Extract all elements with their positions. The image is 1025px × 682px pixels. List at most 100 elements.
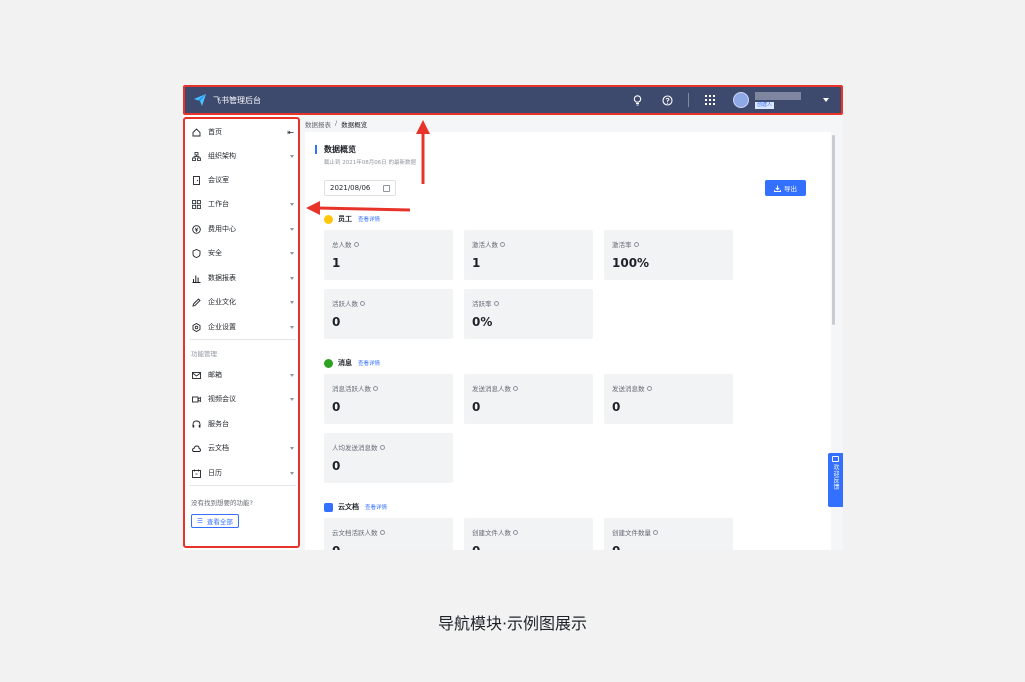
- help-icon[interactable]: [513, 529, 518, 535]
- calendar-icon: [191, 468, 201, 478]
- chevron-down-icon: [290, 227, 294, 231]
- mail-icon: [191, 370, 201, 380]
- sidebar-item-workplace[interactable]: 工作台: [191, 196, 294, 212]
- title-accent-bar: [315, 145, 317, 154]
- stat-card: 创建文件人数 0: [464, 518, 593, 550]
- sidebar-item-home[interactable]: 首页 ⇤: [191, 124, 294, 140]
- lightbulb-icon[interactable]: [630, 93, 644, 107]
- stat-card: 云文档活跃人数 0: [324, 518, 453, 550]
- list-icon: ☰: [197, 517, 203, 525]
- brand[interactable]: 飞书管理后台: [193, 93, 261, 107]
- sidebar-item-calendar[interactable]: 日历: [191, 465, 294, 481]
- help-icon[interactable]: [373, 385, 378, 391]
- help-icon[interactable]: [379, 529, 385, 535]
- sidebar-item-security[interactable]: 安全: [191, 245, 294, 261]
- help-icon[interactable]: [500, 241, 505, 247]
- sidebar-item-culture[interactable]: 企业文化: [191, 294, 294, 310]
- app-window: 飞书管理后台 创建人 首页 ⇤ 组织架构 会议室 工作台 费用中心 安全 数据报…: [183, 85, 843, 550]
- annotation-arrow-up-icon: [416, 120, 430, 184]
- view-all-label: 查看全部: [206, 518, 233, 526]
- scrollbar[interactable]: [832, 135, 835, 325]
- stat-card: 人均发送消息数 0: [324, 433, 453, 483]
- user-name-redacted: [755, 91, 801, 100]
- sidebar-item-meeting-room[interactable]: 会议室: [191, 172, 294, 188]
- export-label: 导出: [784, 185, 797, 193]
- org-tree-icon: [191, 151, 201, 161]
- data-deadline-note: 截止到 2021年08月06日 的最新数据: [324, 160, 416, 166]
- cloud-doc-icon: [191, 443, 201, 453]
- help-icon[interactable]: [660, 93, 674, 107]
- stat-card: 创建文件数量 0: [604, 518, 733, 550]
- grid-icon: [191, 199, 201, 209]
- sidebar-item-org[interactable]: 组织架构: [191, 148, 294, 164]
- stat-card: 激活人数 1: [464, 230, 593, 280]
- stat-label: 活跃率: [472, 300, 492, 308]
- settings-icon: [191, 322, 201, 332]
- sidebar-item-settings[interactable]: 企业设置: [191, 319, 294, 335]
- section-title: 云文档: [338, 503, 359, 511]
- help-icon[interactable]: [493, 300, 499, 306]
- stat-value: 0: [612, 544, 620, 550]
- view-all-button[interactable]: ☰ 查看全部: [191, 514, 239, 528]
- stat-label: 发送消息数: [612, 385, 645, 393]
- stat-card: 发送消息人数 0: [464, 374, 593, 424]
- bar-chart-icon: [191, 273, 201, 283]
- help-icon[interactable]: [646, 385, 652, 391]
- sidebar-item-label: 组织架构: [208, 152, 236, 160]
- feedback-tab[interactable]: 欢迎反馈: [828, 453, 843, 507]
- paper-plane-logo-icon: [194, 94, 206, 106]
- user-role-badge: 创建人: [755, 101, 775, 109]
- export-button[interactable]: 导出: [765, 180, 806, 196]
- stat-label: 创建文件人数: [472, 529, 511, 537]
- sidebar-item-label: 云文档: [208, 444, 229, 452]
- section-title: 消息: [338, 359, 352, 367]
- avatar[interactable]: [733, 92, 749, 108]
- view-details-link[interactable]: 查看详情: [365, 503, 387, 511]
- help-icon[interactable]: [513, 385, 518, 391]
- user-info[interactable]: 创建人: [755, 91, 801, 109]
- annotation-arrow-left-icon: [306, 201, 411, 215]
- chevron-down-icon: [290, 471, 294, 475]
- sidebar-item-cloud-docs[interactable]: 云文档: [191, 440, 294, 456]
- help-icon[interactable]: [353, 241, 359, 247]
- sidebar-item-data-report[interactable]: 数据报表: [191, 270, 294, 286]
- stat-value: 0: [472, 400, 481, 414]
- video-icon: [191, 394, 201, 404]
- date-picker[interactable]: 2021/08/06: [324, 180, 396, 196]
- user-menu-caret-icon[interactable]: [823, 98, 829, 102]
- help-icon[interactable]: [633, 241, 639, 247]
- stat-card: 总人数 1: [324, 230, 453, 280]
- sidebar-item-label: 费用中心: [208, 225, 236, 233]
- help-icon[interactable]: [653, 529, 658, 535]
- chevron-down-icon: [290, 154, 294, 158]
- stat-value: 0: [332, 400, 341, 414]
- sidebar-item-video-meeting[interactable]: 视频会议: [191, 391, 294, 407]
- feedback-label: 欢迎反馈: [832, 464, 839, 490]
- stat-label: 创建文件数量: [612, 529, 651, 537]
- stat-value: 0: [612, 400, 621, 414]
- sidebar-item-label: 会议室: [208, 176, 229, 184]
- main-content: 数据报表 / 数据概览 数据概览 截止到 2021年08月06日 的最新数据 2…: [300, 115, 843, 550]
- help-icon[interactable]: [379, 444, 385, 450]
- shield-icon: [191, 248, 201, 258]
- breadcrumb: 数据报表 / 数据概览: [305, 119, 367, 129]
- sidebar-item-service-desk[interactable]: 服务台: [191, 416, 294, 432]
- pen-icon: [191, 297, 201, 307]
- message-icon: [324, 358, 333, 368]
- sidebar-divider: [189, 485, 296, 486]
- help-icon[interactable]: [360, 300, 365, 306]
- collapse-left-icon[interactable]: ⇤: [287, 128, 294, 137]
- sidebar-item-billing[interactable]: 费用中心: [191, 221, 294, 237]
- breadcrumb-parent[interactable]: 数据报表: [305, 119, 331, 129]
- header-divider: [688, 93, 689, 107]
- sidebar-item-label: 邮箱: [208, 371, 222, 379]
- app-grid-icon[interactable]: [703, 93, 717, 107]
- sidebar-item-label: 企业设置: [208, 323, 236, 331]
- headset-icon: [191, 419, 201, 429]
- breadcrumb-separator: /: [335, 119, 338, 127]
- date-value: 2021/08/06: [330, 184, 371, 192]
- sidebar-item-mail[interactable]: 邮箱: [191, 367, 294, 383]
- stat-label: 激活率: [612, 241, 632, 249]
- brand-name: 飞书管理后台: [213, 95, 261, 105]
- view-details-link[interactable]: 查看详情: [358, 359, 380, 367]
